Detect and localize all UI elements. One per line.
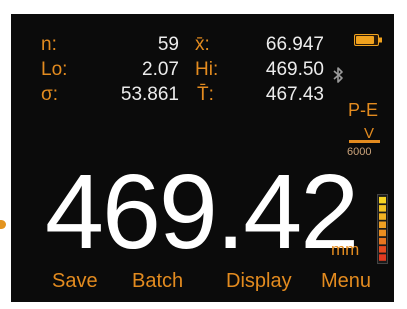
- signal-segment: [379, 213, 386, 220]
- signal-segment: [379, 196, 386, 204]
- menu-button[interactable]: Menu: [321, 269, 371, 293]
- main-reading: 469.42: [45, 153, 359, 271]
- stat-hi-label: Hi:: [195, 59, 219, 80]
- device-screen: n: 59 Lo: 2.07 σ: 53.861 x̄: 66.947 Hi: …: [11, 14, 394, 302]
- signal-segment: [379, 254, 386, 261]
- batch-button[interactable]: Batch: [132, 269, 183, 293]
- stat-n-value: 59: [157, 34, 179, 55]
- stat-sigma-label: σ:: [41, 84, 59, 105]
- signal-segment: [379, 205, 386, 212]
- probe-mode-underline: [349, 140, 380, 143]
- stat-hi-value: 469.50: [265, 59, 324, 80]
- stat-tbar-label: T̄:: [197, 84, 214, 105]
- signal-segment: [379, 246, 386, 253]
- screen-edge-indicator: [0, 220, 6, 229]
- stat-mean-value: 66.947: [265, 34, 324, 55]
- signal-segment: [379, 229, 386, 237]
- stat-lo-label: Lo:: [41, 59, 68, 80]
- stat-lo-value: 2.07: [142, 59, 179, 80]
- stat-sigma-value: 53.861: [120, 84, 179, 105]
- display-button[interactable]: Display: [226, 269, 292, 293]
- battery-icon: [354, 33, 382, 46]
- signal-segment: [379, 237, 386, 245]
- signal-strength-bar: [377, 194, 388, 264]
- stat-tbar-value: 467.43: [265, 84, 324, 105]
- reading-unit: mm: [331, 240, 360, 259]
- save-button[interactable]: Save: [52, 269, 98, 293]
- bluetooth-icon: [332, 66, 344, 88]
- stat-mean-label: x̄:: [195, 34, 210, 55]
- signal-segment: [379, 221, 386, 228]
- probe-type: P-E: [348, 100, 379, 120]
- stat-n-label: n:: [41, 34, 57, 55]
